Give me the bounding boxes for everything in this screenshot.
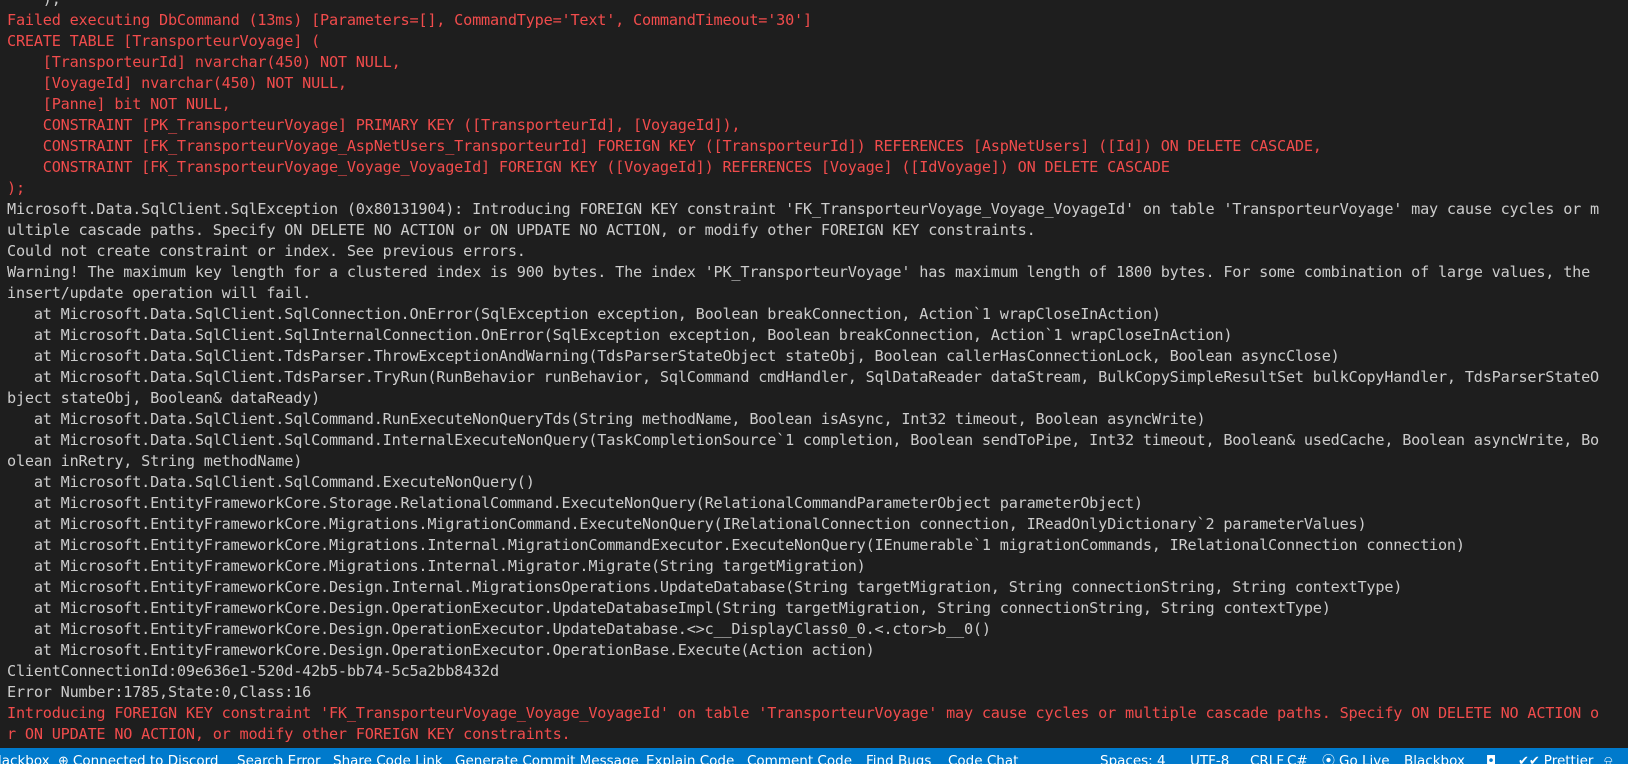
globe-icon: ⊕ [58,754,69,764]
statusbar-item-language-mode[interactable]: C# [1287,751,1308,764]
terminal-line: at Microsoft.EntityFrameworkCore.Migrati… [7,536,1465,554]
statusbar-item-explain-code[interactable]: Explain Code [646,751,734,764]
terminal-line: at Microsoft.EntityFrameworkCore.Design.… [7,599,1331,617]
broadcast-icon: ⦿ [1322,754,1336,764]
terminal-line: [VoyageId] nvarchar(450) NOT NULL, [7,74,347,92]
bell-icon: ⍾ [1604,754,1613,764]
terminal-line: at Microsoft.Data.SqlClient.SqlCommand.R… [7,410,1206,428]
terminal-line: r ON UPDATE NO ACTION, or modify other F… [7,725,571,743]
terminal-line: CONSTRAINT [FK_TransporteurVoyage_AspNet… [7,137,1322,155]
statusbar-item-share-code-link[interactable]: Share Code Link [333,751,443,764]
statusbar-item-comment-code[interactable]: Comment Code [747,751,852,764]
terminal-line: at Microsoft.EntityFrameworkCore.Design.… [7,641,875,659]
terminal-line: Failed executing DbCommand (13ms) [Param… [7,11,812,29]
terminal-line: [TransporteurId] nvarchar(450) NOT NULL, [7,53,401,71]
terminal-line: at Microsoft.EntityFrameworkCore.Design.… [7,620,991,638]
terminal-line: at Microsoft.Data.SqlClient.SqlCommand.E… [7,473,535,491]
terminal-line: Warning! The maximum key length for a cl… [7,263,1591,281]
terminal-lines: ),Failed executing DbCommand (13ms) [Par… [7,0,1623,745]
double-check-icon: ✔✔ [1518,754,1540,764]
statusbar-item-copilot[interactable]: ◘ [1486,751,1500,764]
terminal-line: at Microsoft.Data.SqlClient.SqlInternalC… [7,326,1233,344]
statusbar-item-blackbox-right[interactable]: Blackbox [1404,751,1465,764]
terminal-line: Microsoft.Data.SqlClient.SqlException (0… [7,200,1599,218]
terminal-line: Error Number:1785,State:0,Class:16 [7,683,312,701]
terminal-line: at Microsoft.Data.SqlClient.TdsParser.Th… [7,347,1340,365]
statusbar-item-notifications[interactable]: ⍾ [1604,751,1617,764]
status-bar: lackbox ⊕ Connected to Discord Search Err… [0,748,1628,764]
statusbar-item-search-error[interactable]: Search Error [237,751,321,764]
statusbar-item-encoding[interactable]: UTF-8 [1190,751,1229,764]
terminal-line: at Microsoft.EntityFrameworkCore.Design.… [7,578,1403,596]
terminal-line: ClientConnectionId:09e636e1-520d-42b5-bb… [7,662,499,680]
terminal-line: at Microsoft.EntityFrameworkCore.Storage… [7,494,1143,512]
statusbar-item-go-live[interactable]: ⦿ Go Live [1322,751,1390,764]
statusbar-item-prettier[interactable]: ✔✔ Prettier [1518,751,1593,764]
copilot-icon: ◘ [1486,754,1497,764]
terminal-line: at Microsoft.Data.SqlClient.SqlConnectio… [7,305,1161,323]
terminal-line: Introducing FOREIGN KEY constraint 'FK_T… [7,704,1599,722]
terminal-line: at Microsoft.Data.SqlClient.TdsParser.Tr… [7,368,1599,386]
statusbar-item-indentation[interactable]: Spaces: 4 [1100,751,1166,764]
terminal-line: olean inRetry, String methodName) [7,452,303,470]
terminal-line: [Panne] bit NOT NULL, [7,95,231,113]
terminal-line: CREATE TABLE [TransporteurVoyage] ( [7,32,321,50]
terminal-line: ), [7,0,1623,10]
statusbar-item-blackbox-left[interactable]: lackbox [0,751,50,764]
statusbar-item-line-ending[interactable]: CRLF [1250,751,1284,764]
terminal-line: CONSTRAINT [PK_TransporteurVoyage] PRIMA… [7,116,741,134]
terminal-line: CONSTRAINT [FK_TransporteurVoyage_Voyage… [7,158,1170,176]
terminal-line: Could not create constraint or index. Se… [7,242,526,260]
terminal-line: at Microsoft.Data.SqlClient.SqlCommand.I… [7,431,1599,449]
terminal-line: at Microsoft.EntityFrameworkCore.Migrati… [7,557,866,575]
terminal-output[interactable]: ),Failed executing DbCommand (13ms) [Par… [0,0,1628,748]
terminal-line: ultiple cascade paths. Specify ON DELETE… [7,221,1036,239]
terminal-line: bject stateObj, Boolean& dataReady) [7,389,321,407]
terminal-line: at Microsoft.EntityFrameworkCore.Migrati… [7,515,1367,533]
terminal-line: insert/update operation will fail. [7,284,312,302]
terminal-line: ); [7,179,25,197]
statusbar-item-find-bugs[interactable]: Find Bugs [866,751,931,764]
statusbar-item-generate-commit-message[interactable]: Generate Commit Message [455,751,639,764]
statusbar-item-code-chat[interactable]: Code Chat [948,751,1018,764]
statusbar-item-discord-status[interactable]: ⊕ Connected to Discord [58,751,218,764]
